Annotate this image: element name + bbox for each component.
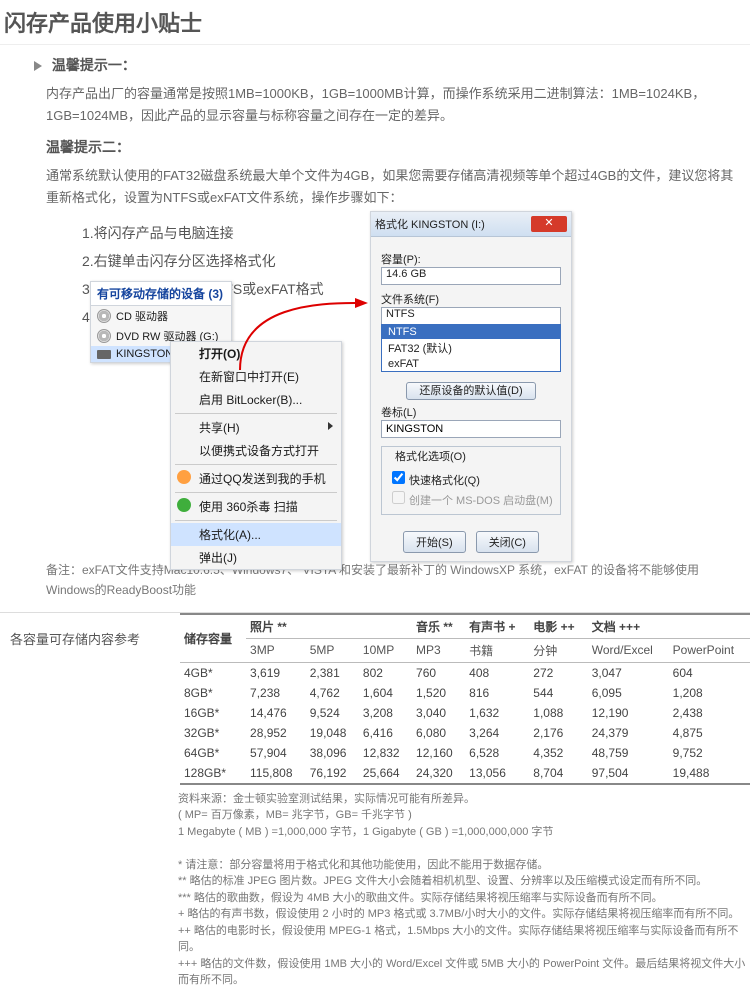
table-row: 4GB*3,6192,3818027604082723,047604 bbox=[180, 662, 750, 683]
table-row: 8GB*7,2384,7621,6041,5208165446,0951,208 bbox=[180, 683, 750, 703]
remark-text: 备注：exFAT文件支持Mac10.6.5、Windows7、 VISTA 和安… bbox=[46, 561, 740, 599]
filesystem-label: 文件系统(F) bbox=[381, 291, 561, 307]
volume-input[interactable] bbox=[381, 420, 561, 438]
col-storage: 储存容量 bbox=[180, 614, 246, 663]
dialog-titlebar: 格式化 KINGSTON (I:) ✕ bbox=[371, 212, 571, 237]
menu-bitlocker[interactable]: 启用 BitLocker(B)... bbox=[171, 388, 341, 411]
restore-defaults-button[interactable]: 还原设备的默认值(D) bbox=[406, 382, 535, 400]
volume-label: 卷标(L) bbox=[381, 404, 561, 420]
col-docs: 文档 +++ bbox=[588, 614, 750, 639]
disc-icon bbox=[97, 329, 111, 343]
footnotes: 资料来源：金士顿实验室测试结果，实际情况可能有所差异。( MP= 百万像素，MB… bbox=[178, 785, 750, 989]
col-music: 音乐 ** bbox=[412, 614, 465, 639]
qq-icon bbox=[177, 470, 191, 484]
quick-format-label: 快速格式化(Q) bbox=[409, 475, 480, 487]
quick-format-checkbox[interactable] bbox=[392, 471, 405, 484]
usb-icon bbox=[97, 350, 111, 359]
table-row: 16GB*14,4769,5243,2083,0401,6321,08812,1… bbox=[180, 703, 750, 723]
capacity-label: 容量(P): bbox=[381, 251, 561, 267]
menu-portable[interactable]: 以便携式设备方式打开 bbox=[171, 439, 341, 462]
capacity-table: 储存容量 照片 ** 音乐 ** 有声书 + 电影 ++ 文档 +++ 3MP … bbox=[180, 613, 750, 785]
triangle-icon bbox=[34, 61, 42, 71]
tip2-body: 通常系统默认使用的FAT32磁盘系统最大单个文件为4GB，如果您需要存储高清视频… bbox=[46, 165, 740, 209]
format-options-label: 格式化选项(O) bbox=[392, 448, 469, 464]
tip1-body: 内存产品出厂的容量通常是按照1MB=1000KB，1GB=1000MB计算，而操… bbox=[46, 83, 740, 127]
table-row: 32GB*28,95219,0486,4166,0803,2642,17624,… bbox=[180, 723, 750, 743]
col-audiobook: 有声书 + bbox=[465, 614, 529, 639]
explorer-title: 有可移动存储的设备 (3) bbox=[91, 282, 231, 306]
context-menu: 打开(O) 在新窗口中打开(E) 启用 BitLocker(B)... 共享(H… bbox=[170, 341, 342, 570]
capacity-select[interactable]: 14.6 GB bbox=[381, 267, 561, 285]
tip1-heading: 温馨提示一： bbox=[34, 55, 740, 75]
capacity-table-title: 各容量可存储内容参考 bbox=[0, 613, 180, 648]
col-movie: 电影 ++ bbox=[529, 614, 587, 639]
dialog-title: 格式化 KINGSTON (I:) bbox=[375, 216, 485, 232]
close-icon[interactable]: ✕ bbox=[531, 216, 567, 232]
table-row: 128GB*115,80876,19225,66424,32013,0568,7… bbox=[180, 763, 750, 784]
menu-format[interactable]: 格式化(A)... bbox=[171, 523, 341, 546]
fs-option-ntfs[interactable]: NTFS bbox=[382, 325, 560, 339]
shield-icon bbox=[177, 498, 191, 512]
page-title: 闪存产品使用小贴士 bbox=[0, 0, 750, 45]
format-dialog: 格式化 KINGSTON (I:) ✕ 容量(P): 14.6 GB 文件系统(… bbox=[370, 211, 572, 562]
close-button[interactable]: 关闭(C) bbox=[476, 531, 539, 553]
menu-qq-send[interactable]: 通过QQ发送到我的手机 bbox=[171, 467, 341, 490]
tip2-heading: 温馨提示二： bbox=[46, 137, 740, 157]
arrow-icon bbox=[230, 295, 370, 375]
fs-option-exfat[interactable]: exFAT bbox=[382, 357, 560, 371]
start-button[interactable]: 开始(S) bbox=[403, 531, 466, 553]
fs-option-fat32[interactable]: FAT32 (默认) bbox=[382, 339, 560, 357]
table-row: 64GB*57,90438,09612,83212,1606,5284,3524… bbox=[180, 743, 750, 763]
filesystem-dropdown[interactable]: NTFS FAT32 (默认) exFAT bbox=[381, 324, 561, 372]
drive-cd[interactable]: CD 驱动器 bbox=[91, 306, 231, 326]
menu-eject[interactable]: 弹出(J) bbox=[171, 546, 341, 569]
chevron-right-icon bbox=[328, 422, 333, 430]
disc-icon bbox=[97, 309, 111, 323]
menu-360-scan[interactable]: 使用 360杀毒 扫描 bbox=[171, 495, 341, 518]
col-photos: 照片 ** bbox=[246, 614, 412, 639]
menu-share[interactable]: 共享(H) bbox=[171, 416, 341, 439]
msdos-label: 创建一个 MS-DOS 启动盘(M) bbox=[409, 495, 553, 507]
filesystem-select[interactable]: NTFS bbox=[381, 307, 561, 325]
msdos-checkbox bbox=[392, 491, 405, 504]
